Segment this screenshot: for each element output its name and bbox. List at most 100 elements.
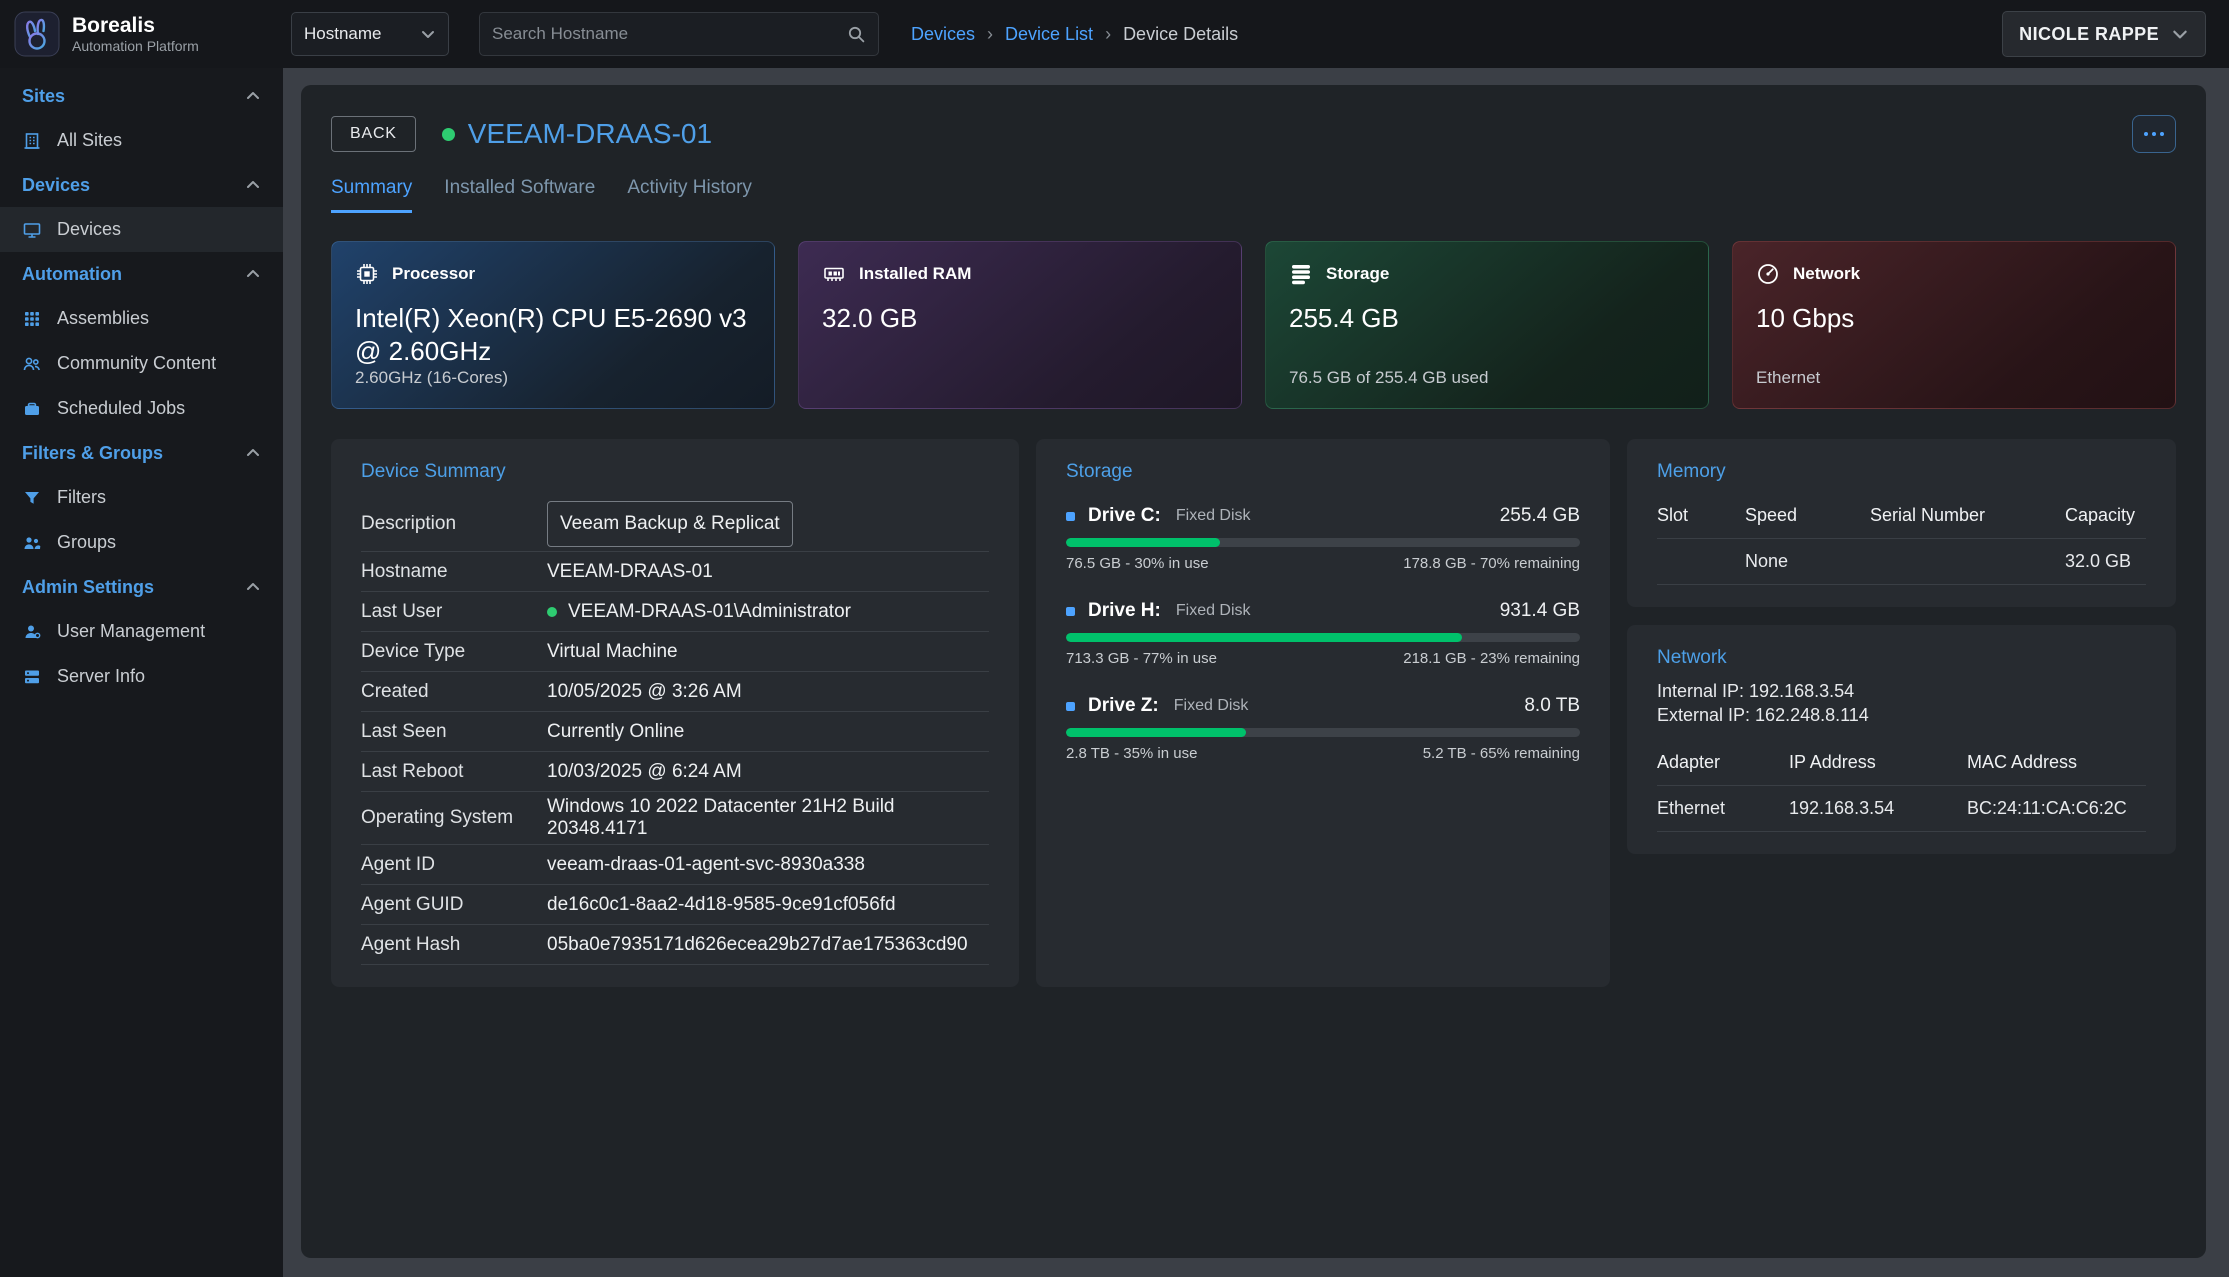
card-label: Installed RAM [859,264,971,284]
drive-c: Drive C: Fixed Disk 255.4 GB 76.5 GB - 3… [1066,505,1580,572]
sidebar-section-admin-settings[interactable]: Admin Settings [0,565,283,609]
drive-size: 8.0 TB [1524,695,1580,717]
chevron-down-icon [420,26,436,42]
tab-summary[interactable]: Summary [331,177,412,213]
drive-usage-bar [1066,728,1580,737]
col-mac-address: MAC Address [1967,752,2146,773]
chevron-up-icon [245,88,261,104]
sidebar-section-devices[interactable]: Devices [0,163,283,207]
drive-usage-bar [1066,538,1580,547]
ram-icon [822,262,846,286]
sidebar: Sites All Sites Devices Devices Au [0,68,283,1277]
row-label: Created [361,681,547,703]
sidebar-section-automation[interactable]: Automation [0,252,283,296]
gauge-icon [1756,262,1780,286]
grid-icon [22,309,42,329]
device-tabs: Summary Installed Software Activity Hist… [331,177,2176,213]
row-label: Device Type [361,641,547,663]
sidebar-item-community-content[interactable]: Community Content [0,341,283,386]
brand: Borealis Automation Platform [0,11,283,57]
cell-ip-address: 192.168.3.54 [1789,798,1967,819]
drive-type: Fixed Disk [1174,697,1249,715]
row-value: Currently Online [547,721,684,743]
borealis-logo [14,11,60,57]
drive-remaining-label: 218.1 GB - 23% remaining [1403,650,1580,667]
breadcrumb-separator: › [1105,24,1111,45]
section-label: Admin Settings [22,577,154,598]
sidebar-item-assemblies[interactable]: Assemblies [0,296,283,341]
drive-type: Fixed Disk [1176,602,1251,620]
drive-size: 931.4 GB [1500,600,1580,622]
row-label: Agent ID [361,854,547,876]
sidebar-item-user-management[interactable]: User Management [0,609,283,654]
briefcase-icon [22,399,42,419]
row-label: Operating System [361,807,547,829]
network-table-header: Adapter IP Address MAC Address [1657,744,2146,786]
storage-panel: Storage Drive C: Fixed Disk 255.4 GB [1036,439,1610,987]
col-speed: Speed [1745,505,1870,526]
row-label: Last User [361,601,547,623]
back-button[interactable]: BACK [331,116,416,152]
row-label: Agent GUID [361,894,547,916]
section-label: Devices [22,175,90,196]
breadcrumb-devices[interactable]: Devices [911,24,975,45]
user-menu-button[interactable]: NICOLE RAPPE [2002,11,2206,57]
sidebar-item-server-info[interactable]: Server Info [0,654,283,699]
online-status-dot [547,607,557,617]
tab-activity-history[interactable]: Activity History [627,177,752,213]
tab-installed-software[interactable]: Installed Software [444,177,595,213]
sidebar-section-filters-groups[interactable]: Filters & Groups [0,431,283,475]
summary-row-hostname: Hostname VEEAM-DRAAS-01 [361,552,989,592]
network-panel: Network Internal IP: 192.168.3.54 Extern… [1627,625,2176,854]
row-value: 10/05/2025 @ 3:26 AM [547,681,742,703]
external-ip: External IP: 162.248.8.114 [1657,703,2146,727]
chevron-up-icon [245,445,261,461]
section-label: Automation [22,264,122,285]
drive-name: Drive C: [1088,505,1161,527]
network-value: 10 Gbps [1756,302,2152,335]
drive-z: Drive Z: Fixed Disk 8.0 TB 2.8 TB - 35% … [1066,695,1580,762]
processor-card: Processor Intel(R) Xeon(R) CPU E5-2690 v… [331,241,775,409]
sidebar-item-filters[interactable]: Filters [0,475,283,520]
network-card: Network 10 Gbps Ethernet [1732,241,2176,409]
description-input[interactable] [547,501,793,547]
memory-table-header: Slot Speed Serial Number Capacity [1657,497,2146,539]
summary-row-agent-guid: Agent GUID de16c0c1-8aa2-4d18-9585-9ce91… [361,885,989,925]
sidebar-item-label: Server Info [57,666,145,687]
sidebar-item-groups[interactable]: Groups [0,520,283,565]
row-label: Last Reboot [361,761,547,783]
sidebar-item-all-sites[interactable]: All Sites [0,118,283,163]
row-value: Windows 10 2022 Datacenter 21H2 Build 20… [547,796,989,840]
row-value: 05ba0e7935171d626ecea29b27d7ae175363cd90 [547,934,968,956]
monitor-icon [22,220,42,240]
sidebar-item-label: All Sites [57,130,122,151]
user-icon [22,622,42,642]
sidebar-item-devices[interactable]: Devices [0,207,283,252]
search-icon[interactable] [847,25,866,44]
sidebar-section-sites[interactable]: Sites [0,74,283,118]
sidebar-item-scheduled-jobs[interactable]: Scheduled Jobs [0,386,283,431]
cell-speed: None [1745,551,1870,572]
sidebar-item-label: Devices [57,219,121,240]
drive-used-label: 2.8 TB - 35% in use [1066,745,1197,762]
more-actions-button[interactable] [2132,115,2176,153]
topbar: Borealis Automation Platform Hostname De… [0,0,2229,68]
device-header: BACK VEEAM-DRAAS-01 [331,115,2176,153]
drive-used-label: 76.5 GB - 30% in use [1066,555,1209,572]
processor-footer: 2.60GHz (16-Cores) [355,368,751,388]
summary-row-agent-id: Agent ID veeam-draas-01-agent-svc-8930a3… [361,845,989,885]
drive-size: 255.4 GB [1500,505,1580,527]
server-icon [22,667,42,687]
breadcrumb-device-list[interactable]: Device List [1005,24,1093,45]
drive-bullet-icon [1066,702,1075,711]
row-value: Virtual Machine [547,641,678,663]
processor-value: Intel(R) Xeon(R) CPU E5-2690 v3 @ 2.60GH… [355,302,751,367]
storage-footer: 76.5 GB of 255.4 GB used [1289,368,1685,388]
summary-row-last-seen: Last Seen Currently Online [361,712,989,752]
hostname-filter-select[interactable]: Hostname [291,12,449,56]
search-input[interactable] [492,24,847,44]
col-serial-number: Serial Number [1870,505,2065,526]
card-label: Network [1793,264,1860,284]
drive-remaining-label: 178.8 GB - 70% remaining [1403,555,1580,572]
cpu-icon [355,262,379,286]
